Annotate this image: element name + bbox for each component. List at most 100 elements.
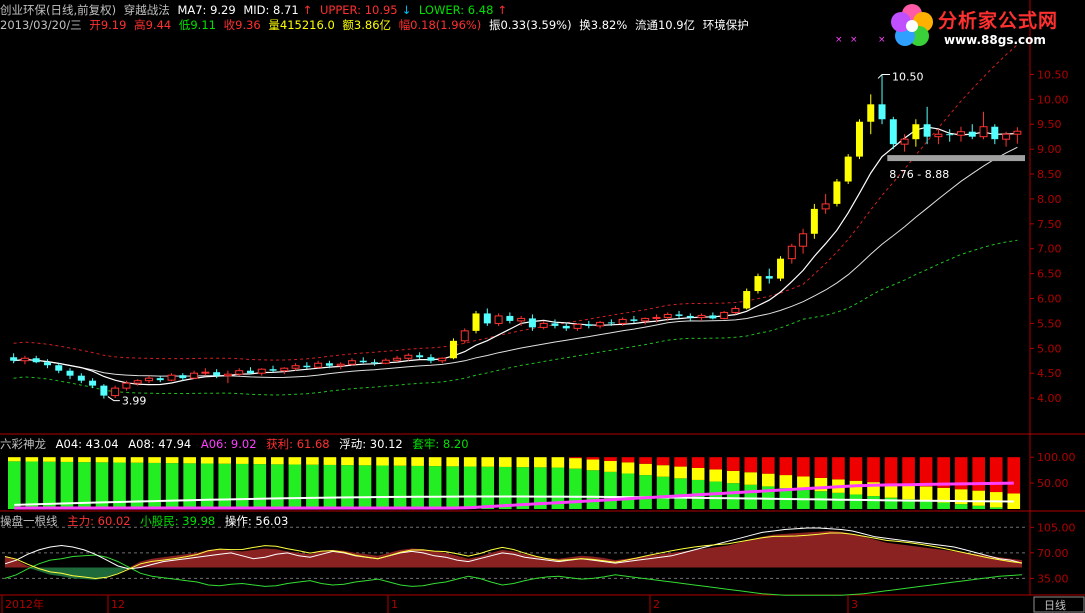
y-tick-label: 7.00 (1037, 243, 1062, 256)
y-tick-label: 9.50 (1037, 118, 1062, 131)
candle-body (427, 357, 435, 361)
profit-bar (288, 464, 302, 509)
candle-body (765, 276, 773, 279)
candle-body (133, 380, 142, 384)
low-price: 低9.11 (178, 18, 216, 32)
support-band (887, 155, 1025, 162)
trapped-bar (1007, 457, 1021, 494)
trapped-bar (989, 457, 1003, 493)
profit-bar (919, 500, 933, 509)
candle-body (743, 291, 751, 309)
profit-bar (446, 466, 459, 509)
panel2-name[interactable]: 六彩神龙 (0, 437, 46, 451)
float-bar (113, 457, 126, 463)
float-bar (744, 472, 758, 485)
annotation-range: 8.76 - 8.88 (889, 168, 949, 181)
trapped-bar (849, 457, 863, 481)
candle-body (416, 355, 424, 358)
profit-bar (235, 463, 249, 509)
profit-bar (271, 464, 284, 509)
mid-line (13, 146, 1018, 379)
candle-body (269, 369, 277, 371)
logo-url: www.88gs.com (944, 33, 1046, 47)
sector: 环境保护 (702, 18, 749, 32)
float-bar (586, 459, 600, 471)
candle-body (213, 372, 221, 376)
volume: 量415216.0 (268, 18, 335, 32)
turnover: 换3.82% (579, 18, 628, 32)
profit-bar (989, 507, 1003, 509)
profit-bar (428, 466, 442, 509)
candle-body (844, 156, 852, 182)
float-bar (288, 457, 302, 465)
upper-band-line (13, 44, 1018, 361)
profit-bar (8, 461, 21, 509)
trapped-bar (691, 457, 705, 468)
profit-bar (832, 492, 845, 509)
float-shares: 流通10.9亿 (634, 18, 696, 32)
profit-value: 获利: 61.68 (266, 437, 330, 451)
candle-body (1013, 130, 1022, 135)
up-arrow-icon: ↑ (302, 3, 313, 17)
candle-body (607, 322, 615, 324)
profit-bar (358, 465, 372, 509)
trapped-bar (761, 457, 775, 474)
a08-value: A08: 47.94 (128, 437, 192, 451)
profit-bar (621, 473, 635, 509)
site-logo: 分析家公式网 www.88gs.com (888, 2, 1083, 52)
profit-bar (656, 476, 670, 509)
trapped-bar (656, 457, 670, 466)
candle-body (506, 315, 514, 321)
candle-body (144, 377, 153, 382)
candle-body (393, 357, 402, 361)
candle-body (246, 370, 254, 374)
y-tick-label: 10.50 (1037, 68, 1069, 81)
float-bar (358, 457, 372, 466)
float-bar (130, 457, 144, 463)
candle-body (652, 316, 661, 319)
candle-body (336, 363, 345, 367)
y-tick-label: 35.00 (1037, 572, 1069, 585)
float-bar (709, 469, 723, 482)
candle-body (77, 375, 85, 381)
float-bar (165, 457, 179, 464)
profit-bar (43, 461, 56, 509)
upper-value: UPPER: 10.95 (319, 3, 398, 17)
a06-value: A06: 9.02 (200, 437, 257, 451)
y-tick-label: 50.00 (1037, 477, 1069, 490)
signal-marker: × (878, 35, 886, 45)
y-tick-label: 7.50 (1037, 218, 1062, 231)
profit-bar (604, 471, 617, 509)
float-bar (674, 466, 687, 479)
float-bar (779, 475, 793, 489)
y-tick-label: 6.00 (1037, 293, 1062, 306)
high-marker-icon (877, 73, 891, 79)
candle-body (280, 367, 289, 372)
float-bar (972, 490, 986, 506)
panel2-header: 六彩神龙 A04: 43.04 A08: 47.94 A06: 9.02 获利:… (0, 436, 475, 452)
candle-body (257, 368, 266, 374)
candle-body (483, 313, 491, 324)
profit-bar (726, 483, 740, 509)
float-bar (235, 457, 249, 464)
profit-bar (165, 463, 179, 509)
trapped-bar (797, 457, 810, 477)
profit-bar (516, 467, 530, 509)
stock-title[interactable]: 创业环保(日线,前复权) (0, 3, 116, 17)
retail-value: 小股民: 39.98 (140, 514, 216, 528)
candle-body (449, 340, 457, 359)
float-bar (323, 457, 337, 465)
candle-body (923, 124, 931, 137)
y-tick-label: 5.50 (1037, 317, 1062, 330)
profit-bar (306, 464, 319, 509)
candle-body (371, 362, 379, 364)
panel3-name[interactable]: 操盘一根线 (0, 514, 58, 528)
candle-body (89, 380, 97, 386)
float-bar (271, 457, 284, 465)
candle-body (438, 357, 447, 362)
float-bar (8, 457, 21, 462)
study-name: 穿越战法 (123, 3, 170, 17)
close-price: 收9.36 (223, 18, 261, 32)
lower-value: LOWER: 6.48 (418, 3, 494, 17)
candle-body (32, 358, 40, 363)
